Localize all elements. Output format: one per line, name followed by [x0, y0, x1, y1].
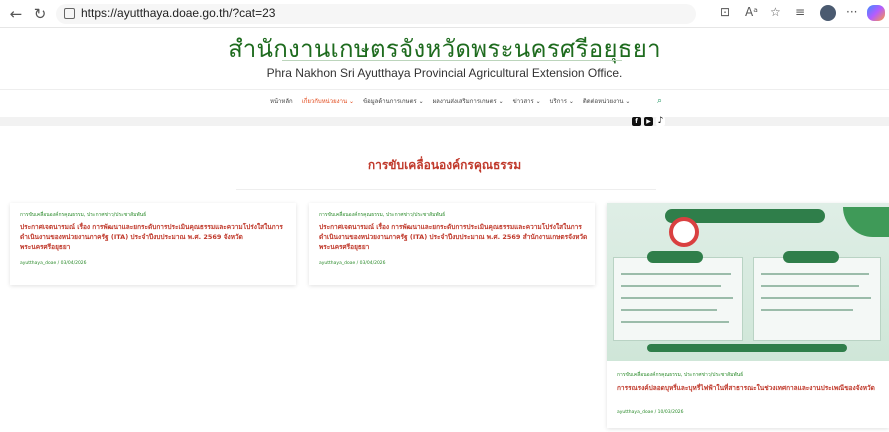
youtube-icon[interactable]: ▶	[644, 117, 653, 126]
nav-services[interactable]: บริการ ⌄	[550, 96, 574, 108]
poster-footer	[647, 344, 847, 352]
poster-text-line	[621, 309, 717, 311]
social-bar	[0, 117, 889, 126]
search-icon[interactable]: ⌕	[657, 96, 662, 106]
poster-text-line	[621, 273, 731, 275]
post-card[interactable]: การขับเคลื่อนองค์กรคุณธรรม, ประกาศข่าว/ป…	[309, 203, 595, 285]
site-subtitle: Phra Nakhon Sri Ayutthaya Provincial Agr…	[266, 66, 623, 80]
read-aloud-icon[interactable]: Aᵃ	[745, 5, 758, 19]
nav-news[interactable]: ข่าวสาร ⌄	[513, 96, 541, 108]
back-arrow-icon[interactable]: ←	[6, 4, 26, 24]
poster-text-line	[621, 321, 729, 323]
nav-home[interactable]: หน้าหลัก	[270, 96, 293, 108]
copilot-icon[interactable]	[867, 5, 885, 21]
site-info-icon[interactable]	[64, 8, 75, 19]
page-title: การขับเคลื่อนองค์กรคุณธรรม	[367, 158, 522, 172]
poster-text-line	[761, 297, 871, 299]
post-meta[interactable]: ayutthaya_doae / 03/04/2026	[20, 261, 87, 266]
post-category[interactable]: การขับเคลื่อนองค์กรคุณธรรม, ประกาศข่าว/ป…	[617, 371, 743, 379]
poster-text-line	[761, 309, 853, 311]
poster-text-line	[621, 297, 733, 299]
poster-tag-right	[783, 251, 839, 263]
poster-panel-right	[753, 257, 881, 341]
post-title[interactable]: ประกาศเจตนารมณ์ เรื่อง การพัฒนาและยกระดั…	[20, 222, 290, 252]
address-bar[interactable]: https://ayutthaya.doae.go.th/?cat=23	[56, 4, 696, 24]
no-smoking-icon	[669, 217, 699, 247]
more-menu-icon[interactable]: ···	[846, 5, 857, 19]
site-title[interactable]: สำนักงานเกษตรจังหวัดพระนครศรีอยุธยา	[0, 29, 889, 68]
post-meta[interactable]: ayutthaya_doae / 03/04/2026	[319, 261, 386, 266]
poster-text-line	[761, 273, 869, 275]
url-text[interactable]: https://ayutthaya.doae.go.th/?cat=23	[81, 6, 275, 20]
browser-toolbar: ← ↻ https://ayutthaya.doae.go.th/?cat=23…	[0, 0, 889, 28]
nav-contact[interactable]: ติดต่อหน่วยงาน ⌄	[583, 96, 631, 108]
title-divider	[282, 60, 622, 61]
post-card[interactable]: การขับเคลื่อนองค์กรคุณธรรม, ประกาศข่าว/ป…	[10, 203, 296, 285]
post-card[interactable]: การขับเคลื่อนองค์กรคุณธรรม, ประกาศข่าว/ป…	[607, 203, 889, 428]
tiktok-icon[interactable]: ♪	[656, 117, 665, 126]
profile-avatar[interactable]	[820, 5, 836, 21]
post-category[interactable]: การขับเคลื่อนองค์กรคุณธรรม, ประกาศข่าว/ป…	[319, 211, 445, 219]
poster-panel-left	[613, 257, 743, 341]
nav-about[interactable]: เกี่ยวกับหน่วยงาน ⌄	[302, 96, 354, 108]
header-divider	[0, 89, 889, 90]
nav-agri-data[interactable]: ข้อมูลด้านการเกษตร ⌄	[363, 96, 424, 108]
immersive-reader-icon[interactable]: ⊡	[720, 5, 730, 19]
main-navigation: หน้าหลัก เกี่ยวกับหน่วยงาน ⌄ ข้อมูลด้านก…	[270, 96, 630, 108]
favorite-star-icon[interactable]: ☆	[770, 5, 781, 19]
reload-icon[interactable]: ↻	[30, 4, 50, 24]
poster-tag-left	[647, 251, 703, 263]
post-category[interactable]: การขับเคลื่อนองค์กรคุณธรรม, ประกาศข่าว/ป…	[20, 211, 146, 219]
poster-leaf	[843, 207, 889, 237]
heading-divider	[236, 189, 656, 190]
poster-text-line	[621, 285, 721, 287]
poster-text-line	[761, 285, 859, 287]
favorites-list-icon[interactable]: ≡	[795, 5, 805, 19]
post-title[interactable]: ประกาศเจตนารมณ์ เรื่อง การพัฒนาและยกระดั…	[319, 222, 589, 252]
post-meta[interactable]: ayutthaya_doae / 10/03/2026	[617, 410, 684, 415]
post-thumbnail-image[interactable]	[607, 203, 889, 361]
facebook-icon[interactable]: f	[632, 117, 641, 126]
nav-extension-results[interactable]: ผลงานส่งเสริมการเกษตร ⌄	[433, 96, 504, 108]
post-title[interactable]: การรณรงค์ปลอดบุหรี่และบุหรี่ไฟฟ้าในที่สา…	[617, 383, 887, 393]
